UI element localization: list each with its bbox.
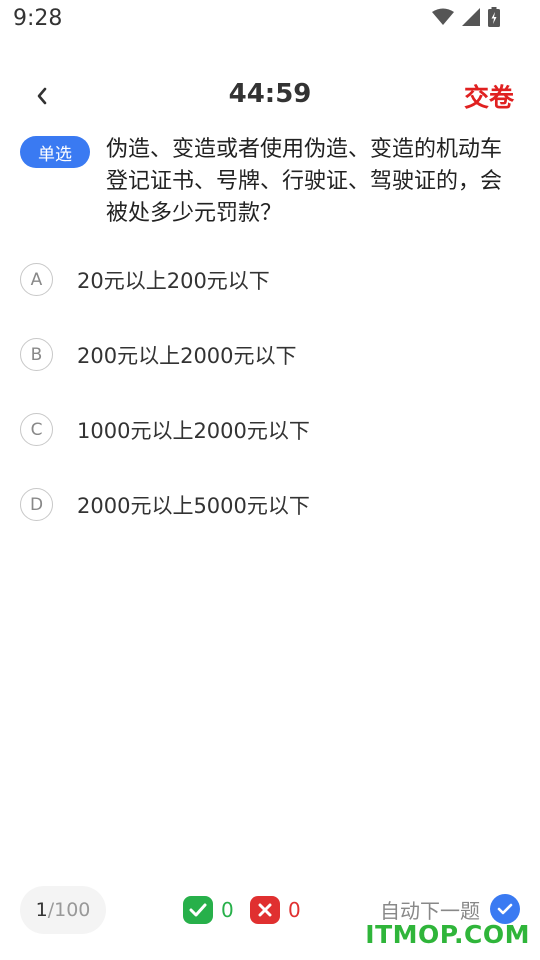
option-a[interactable]: A 20元以上200元以下 [20,255,520,305]
progress-total: /100 [47,899,91,921]
status-time: 9:28 [13,6,63,31]
option-letter: C [20,413,53,446]
wrong-stat: 0 [250,896,301,924]
option-letter: A [20,263,53,296]
submit-exam-button[interactable]: 交卷 [464,78,514,114]
correct-count: 0 [221,898,234,922]
question-text: 伪造、变造或者使用伪造、变造的机动车登记证书、号牌、行驶证、驾驶证的，会被处多少… [106,137,503,226]
option-b[interactable]: B 200元以上2000元以下 [20,330,520,380]
option-letter: B [20,338,53,371]
countdown-timer: 44:59 [228,79,312,109]
check-icon [183,896,213,924]
progress-current: 1 [35,899,48,921]
status-bar: 9:28 [0,0,540,38]
option-text: 2000元以上5000元以下 [77,494,310,518]
option-text: 1000元以上2000元以下 [77,419,310,443]
cross-icon [250,896,280,924]
status-icons [432,7,500,27]
wrong-count: 0 [288,898,301,922]
correct-stat: 0 [183,896,234,924]
wifi-icon [432,8,454,25]
option-text: 200元以上2000元以下 [77,344,297,368]
header: 44:59 交卷 [0,72,540,122]
option-text: 20元以上200元以下 [77,269,270,293]
option-d[interactable]: D 2000元以上5000元以下 [20,480,520,530]
question-type-badge: 单选 [20,136,90,168]
signal-icon [462,8,480,26]
watermark: ITMOP.COM [365,920,530,949]
option-letter: D [20,488,53,521]
option-c[interactable]: C 1000元以上2000元以下 [20,405,520,455]
battery-icon [488,7,500,27]
question-progress-button[interactable]: 1/100 [20,886,106,934]
